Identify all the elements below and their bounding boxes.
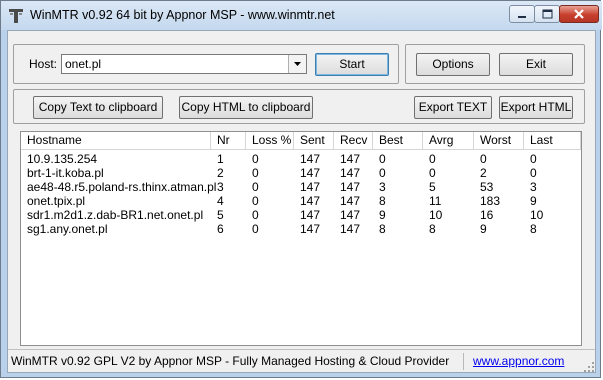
col-worst[interactable]: Worst — [474, 132, 524, 149]
table-row[interactable]: sg1.any.onet.pl 6 0 147 147 8 8 9 8 — [21, 222, 581, 236]
col-best[interactable]: Best — [373, 132, 423, 149]
cell-worst: 183 — [480, 194, 501, 208]
cell-best: 8 — [379, 222, 386, 236]
cell-sent: 147 — [300, 208, 321, 222]
cell-avrg: 0 — [429, 166, 436, 180]
cell-hostname: sdr1.m2d1.z.dab-BR1.net.onet.pl — [27, 208, 204, 222]
cell-hostname: sg1.any.onet.pl — [27, 222, 108, 236]
table-row[interactable]: brt-1-it.koba.pl 2 0 147 147 0 0 2 0 — [21, 166, 581, 180]
cell-worst: 53 — [480, 180, 494, 194]
cell-last: 8 — [530, 222, 537, 236]
host-combobox[interactable]: onet.pl — [61, 54, 307, 74]
cell-nr: 2 — [217, 166, 224, 180]
cell-recv: 147 — [340, 194, 361, 208]
cell-recv: 147 — [340, 166, 361, 180]
cell-avrg: 0 — [429, 152, 436, 166]
options-button[interactable]: Options — [416, 53, 490, 76]
maximize-button[interactable] — [534, 5, 560, 23]
cell-recv: 147 — [340, 180, 361, 194]
cell-sent: 147 — [300, 222, 321, 236]
col-last[interactable]: Last — [524, 132, 581, 149]
cell-last: 0 — [530, 166, 537, 180]
cell-loss: 0 — [252, 152, 259, 166]
table-row[interactable]: sdr1.m2d1.z.dab-BR1.net.onet.pl 5 0 147 147 9… — [21, 208, 581, 222]
winmtr-window: WinMTR v0.92 64 bit by Appnor MSP - www.… — [0, 0, 602, 378]
cell-sent: 147 — [300, 194, 321, 208]
status-bar: WinMTR v0.92 GPL V2 by Appnor MSP - Full… — [8, 349, 595, 373]
cell-nr: 5 — [217, 208, 224, 222]
host-label: Host: — [29, 57, 58, 71]
cell-hostname: brt-1-it.koba.pl — [27, 166, 104, 180]
cell-worst: 2 — [480, 166, 487, 180]
table-row[interactable]: onet.tpix.pl 4 0 147 147 8 11 183 9 — [21, 194, 581, 208]
trace-table[interactable]: Hostname Nr Loss % Sent Recv Best Avrg W… — [20, 131, 582, 346]
cell-best: 0 — [379, 166, 386, 180]
cell-avrg: 8 — [429, 222, 436, 236]
maximize-icon — [542, 9, 553, 19]
resize-grip-icon[interactable] — [583, 361, 595, 373]
cell-last: 10 — [530, 208, 544, 222]
export-text-button[interactable]: Export TEXT — [414, 96, 492, 119]
cell-nr: 1 — [217, 152, 224, 166]
cell-loss: 0 — [252, 180, 259, 194]
cell-last: 9 — [530, 194, 537, 208]
cell-nr: 4 — [217, 194, 224, 208]
cell-worst: 16 — [480, 208, 494, 222]
cell-sent: 147 — [300, 166, 321, 180]
start-button[interactable]: Start — [315, 53, 389, 76]
host-input[interactable]: onet.pl — [65, 57, 101, 71]
cell-best: 3 — [379, 180, 386, 194]
client-area: Host: onet.pl Start Options Exit Copy Te… — [7, 30, 596, 373]
cell-hostname: 10.9.135.254 — [27, 152, 98, 166]
chevron-down-icon — [294, 62, 301, 66]
col-sent[interactable]: Sent — [294, 132, 334, 149]
minimize-button[interactable] — [509, 5, 535, 23]
cell-loss: 0 — [252, 166, 259, 180]
copy-text-button[interactable]: Copy Text to clipboard — [33, 96, 163, 119]
window-title: WinMTR v0.92 64 bit by Appnor MSP - www.… — [30, 8, 335, 22]
col-nr[interactable]: Nr — [211, 132, 246, 149]
cell-avrg: 11 — [429, 194, 442, 208]
cell-loss: 0 — [252, 208, 259, 222]
appnor-link[interactable]: www.appnor.com — [473, 354, 564, 368]
copy-html-button[interactable]: Copy HTML to clipboard — [179, 96, 313, 119]
cell-sent: 147 — [300, 152, 321, 166]
cell-last: 0 — [530, 152, 537, 166]
col-loss[interactable]: Loss % — [246, 132, 294, 149]
col-recv[interactable]: Recv — [334, 132, 373, 149]
cell-nr: 6 — [217, 222, 224, 236]
close-button[interactable] — [559, 5, 599, 23]
cell-worst: 9 — [480, 222, 487, 236]
cell-best: 9 — [379, 208, 386, 222]
export-html-button[interactable]: Export HTML — [499, 96, 573, 119]
title-bar[interactable]: WinMTR v0.92 64 bit by Appnor MSP - www.… — [1, 1, 602, 30]
cell-loss: 0 — [252, 194, 259, 208]
cell-recv: 147 — [340, 208, 361, 222]
minimize-icon — [518, 16, 526, 18]
status-text: WinMTR v0.92 GPL V2 by Appnor MSP - Full… — [11, 354, 450, 368]
cell-avrg: 10 — [429, 208, 443, 222]
cell-nr: 3 — [217, 180, 224, 194]
exit-button[interactable]: Exit — [499, 53, 573, 76]
cell-avrg: 5 — [429, 180, 436, 194]
cell-recv: 147 — [340, 152, 361, 166]
host-dropdown-button[interactable] — [288, 55, 306, 73]
col-hostname[interactable]: Hostname — [21, 132, 211, 149]
cell-best: 0 — [379, 152, 386, 166]
cell-hostname: ae48-48.r5.poland-rs.thinx.atman.pl — [27, 180, 217, 194]
cell-last: 3 — [530, 180, 537, 194]
cell-hostname: onet.tpix.pl — [27, 194, 86, 208]
close-icon — [574, 9, 584, 19]
table-row[interactable]: 10.9.135.254 1 0 147 147 0 0 0 0 — [21, 152, 581, 166]
col-avrg[interactable]: Avrg — [423, 132, 474, 149]
cell-best: 8 — [379, 194, 386, 208]
cell-loss: 0 — [252, 222, 259, 236]
cell-recv: 147 — [340, 222, 361, 236]
cell-sent: 147 — [300, 180, 321, 194]
table-row[interactable]: ae48-48.r5.poland-rs.thinx.atman.pl 3 0 147… — [21, 180, 581, 194]
table-header: Hostname Nr Loss % Sent Recv Best Avrg W… — [21, 132, 581, 150]
winmtr-app-icon[interactable] — [8, 8, 24, 24]
cell-worst: 0 — [480, 152, 487, 166]
status-divider — [463, 353, 464, 370]
